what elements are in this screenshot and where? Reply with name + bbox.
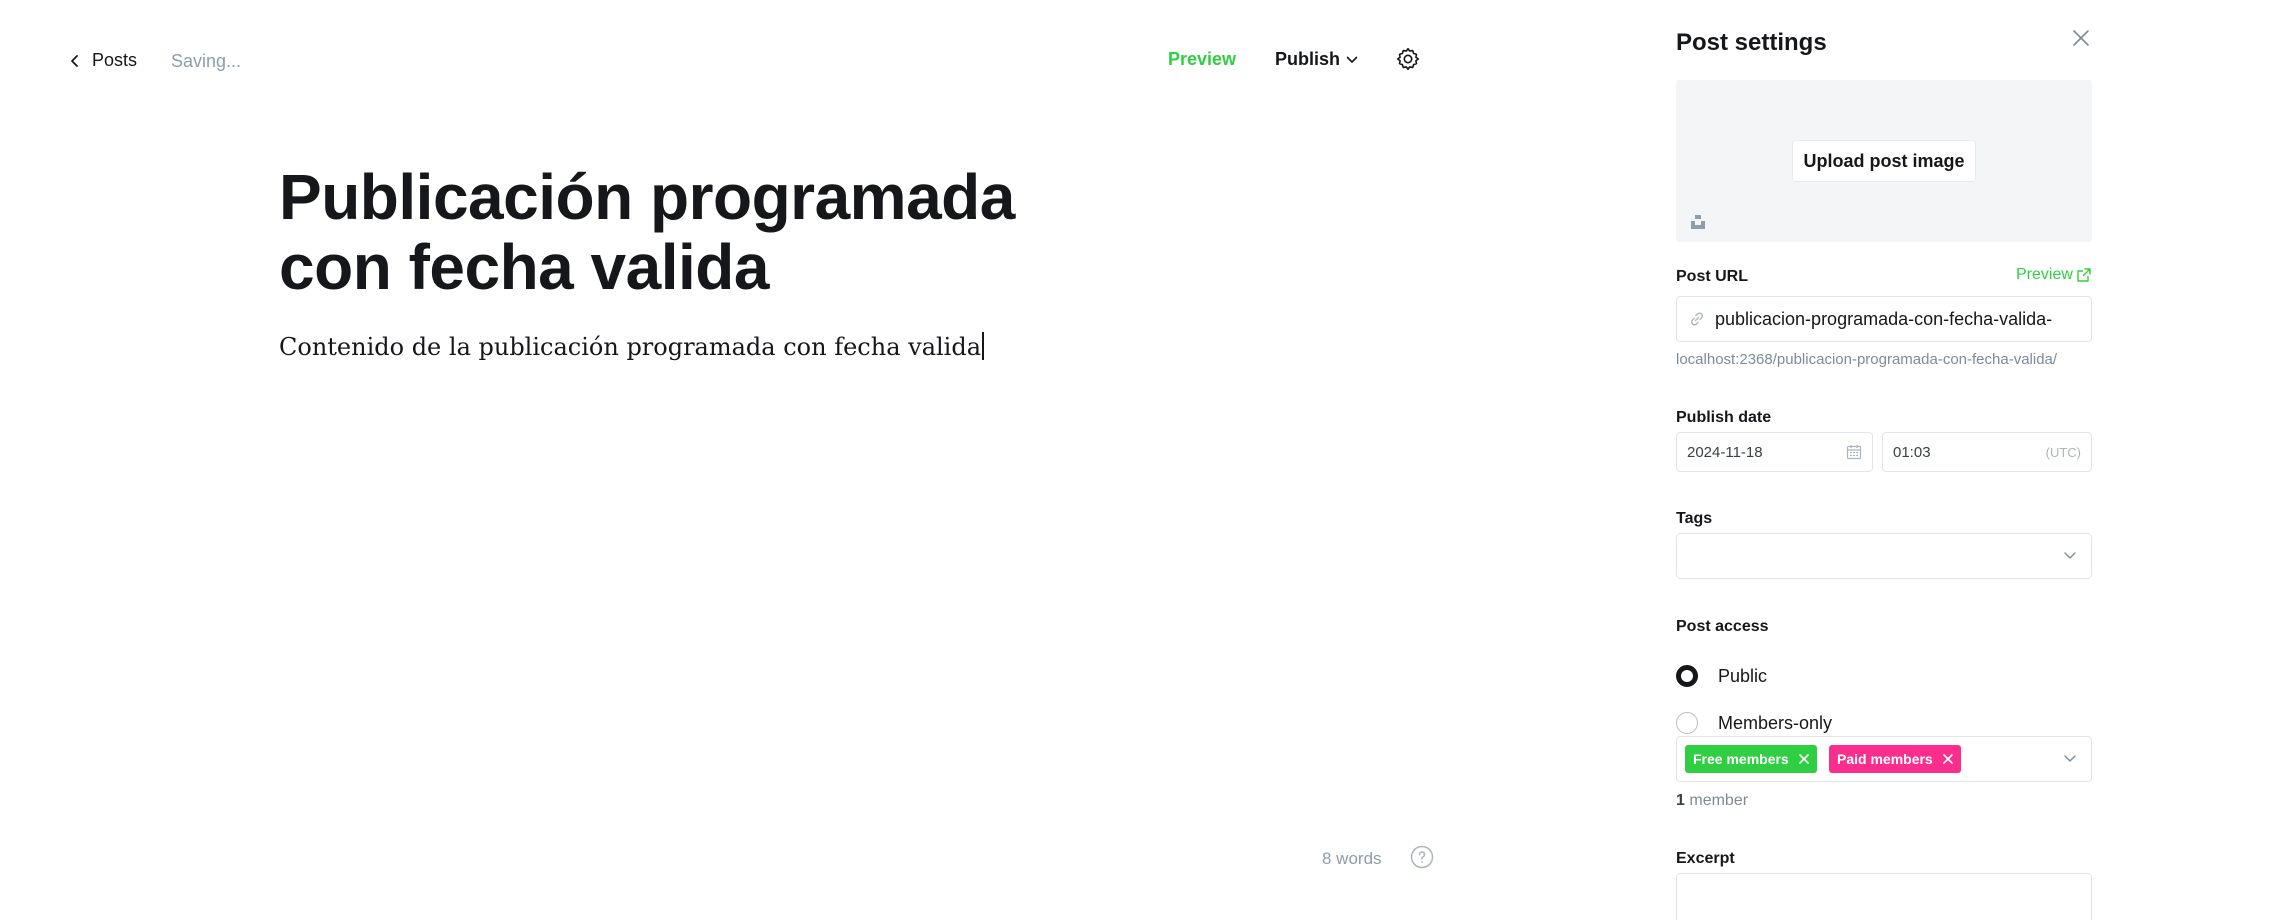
publish-time-value: 01:03	[1893, 443, 1931, 461]
publish-date-value: 2024-11-18	[1687, 443, 1763, 461]
back-to-posts-link[interactable]: Posts	[70, 50, 137, 71]
publish-time-input[interactable]: 01:03 (UTC)	[1882, 432, 2092, 472]
post-full-url: localhost:2368/publicacion-programada-co…	[1676, 351, 2058, 368]
chevron-left-icon	[71, 54, 78, 67]
settings-gear-icon[interactable]	[1395, 46, 1421, 72]
word-count: 8 words	[1322, 849, 1382, 868]
access-option-members-only[interactable]: Members-only	[1676, 712, 1832, 734]
publish-label: Publish	[1275, 49, 1341, 69]
text-caret	[982, 332, 985, 360]
segment-chip-free[interactable]: Free members	[1685, 745, 1817, 773]
radio-members-only[interactable]	[1676, 712, 1698, 734]
excerpt-label: Excerpt	[1676, 850, 1735, 867]
member-count-number: 1	[1676, 792, 1685, 809]
post-url-input[interactable]: publicacion-programada-con-fecha-valida-	[1676, 296, 2092, 342]
access-option-label: Members-only	[1718, 712, 1833, 733]
help-icon[interactable]	[1410, 845, 1434, 869]
chevron-down-icon	[1346, 56, 1358, 63]
post-url-label: Post URL	[1676, 268, 1748, 285]
radio-public[interactable]	[1676, 665, 1698, 687]
excerpt-textarea[interactable]	[1676, 873, 2092, 920]
access-option-label: Public	[1718, 665, 1768, 686]
post-body-editor[interactable]: Contenido de la publicación programada c…	[279, 330, 1139, 364]
chevron-down-icon	[2064, 755, 2076, 762]
post-url-preview-label: Preview	[2016, 266, 2073, 283]
post-title[interactable]: Publicación programada con fecha valida	[279, 162, 1119, 302]
calendar-icon[interactable]	[1846, 444, 1862, 460]
upload-post-image-button[interactable]: Upload post image	[1792, 140, 1976, 182]
post-url-preview-link[interactable]: Preview	[2016, 266, 2091, 284]
member-count: 1 member	[1676, 792, 1748, 810]
segment-chip-paid[interactable]: Paid members	[1829, 745, 1961, 773]
segment-chip-label: Paid members	[1837, 751, 1933, 767]
segment-select[interactable]: Free members Paid members	[1676, 736, 2092, 782]
close-icon[interactable]	[2072, 29, 2090, 47]
remove-icon[interactable]	[1942, 754, 1953, 764]
remove-icon[interactable]	[1798, 754, 1809, 764]
segment-chip-label: Free members	[1693, 751, 1789, 767]
tags-select[interactable]	[1676, 533, 2092, 579]
unsplash-icon[interactable]	[1690, 214, 1706, 230]
tags-label: Tags	[1676, 510, 1713, 527]
post-body-text: Contenido de la publicación programada c…	[279, 333, 982, 361]
panel-title: Post settings	[1676, 29, 1827, 56]
chevron-down-icon	[2064, 552, 2076, 559]
link-icon	[1690, 312, 1704, 326]
save-status: Saving...	[171, 51, 242, 71]
publish-date-input[interactable]: 2024-11-18	[1676, 432, 1873, 472]
timezone-label: (UTC)	[2045, 444, 2081, 460]
preview-button[interactable]: Preview	[1168, 49, 1236, 70]
external-link-icon	[2077, 268, 2091, 282]
publish-button[interactable]: Publish	[1275, 49, 1358, 70]
member-count-suffix: member	[1689, 792, 1749, 809]
access-option-public[interactable]: Public	[1676, 665, 1767, 687]
post-access-label: Post access	[1676, 618, 1769, 635]
publish-date-label: Publish date	[1676, 409, 1772, 426]
post-url-slug: publicacion-programada-con-fecha-valida-	[1715, 308, 2053, 329]
feature-image-area[interactable]: Upload post image	[1676, 80, 2092, 242]
post-settings-panel: Post settings Upload post image Post URL…	[1660, 0, 2270, 920]
back-label: Posts	[92, 50, 138, 70]
